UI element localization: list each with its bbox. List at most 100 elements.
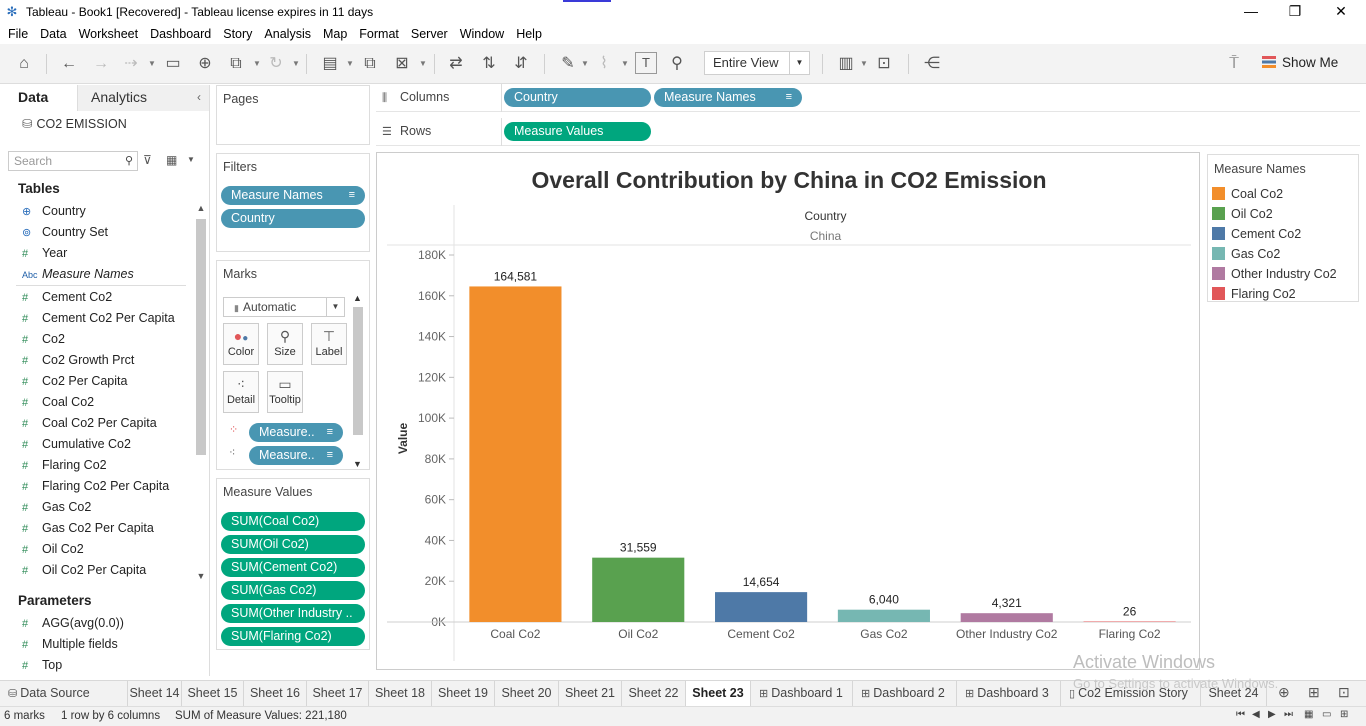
share-icon[interactable]: ⋲: [920, 52, 944, 76]
group-members-icon[interactable]: ⌇: [592, 52, 616, 76]
tab-sheet-16[interactable]: Sheet 16: [244, 681, 307, 706]
clear-dropdown-icon[interactable]: ▼: [419, 52, 427, 76]
restore-icon[interactable]: ❐: [1272, 0, 1318, 24]
menu-worksheet[interactable]: Worksheet: [73, 24, 145, 44]
new-worksheet-icon[interactable]: ⊕: [1278, 684, 1290, 701]
undo-icon[interactable]: ←: [57, 52, 81, 76]
size-button[interactable]: ⚲ Size: [267, 323, 303, 365]
fit-dropdown[interactable]: Entire View ▼: [704, 51, 810, 75]
scrollbar-thumb[interactable]: [196, 219, 206, 455]
field-coal-co2[interactable]: # Coal Co2: [16, 392, 94, 413]
sort-descending-icon[interactable]: ⇵: [509, 52, 533, 76]
field-cumulative-co2[interactable]: # Cumulative Co2: [16, 434, 131, 455]
tab-analytics[interactable]: Analytics ‹: [77, 85, 209, 111]
filters-card[interactable]: Filters Measure Names ≡ Country: [216, 153, 370, 252]
tab-data-source[interactable]: ⛁ Data Source: [0, 681, 128, 706]
swap-rows-columns-icon[interactable]: ⇄: [444, 52, 468, 76]
measure-pill-gas[interactable]: SUM(Gas Co2): [221, 581, 365, 600]
scroll-up-icon[interactable]: ▲: [194, 203, 208, 213]
tab-sheet-22[interactable]: Sheet 22: [622, 681, 686, 706]
home-icon[interactable]: ⌂: [12, 52, 36, 76]
presentation-mode-icon[interactable]: ⊡: [872, 52, 896, 76]
field-country[interactable]: ⊕ Country: [16, 201, 86, 222]
field-coal-co2-per-capita[interactable]: # Coal Co2 Per Capita: [16, 413, 157, 434]
legend-item-gas[interactable]: Gas Co2: [1212, 244, 1280, 264]
menu-analysis[interactable]: Analysis: [258, 24, 317, 44]
previous-sheet-icon[interactable]: ◀: [1252, 709, 1260, 720]
bar-chart[interactable]: CountryChina0K20K40K60K80K100K120K140K16…: [377, 153, 1200, 670]
legend-item-other-industry[interactable]: Other Industry Co2: [1212, 264, 1337, 284]
minimize-icon[interactable]: —: [1228, 0, 1274, 24]
menu-help[interactable]: Help: [510, 24, 548, 44]
viz-area[interactable]: Overall Contribution by China in CO2 Emi…: [376, 152, 1200, 670]
field-gas-co2-per-capita[interactable]: # Gas Co2 Per Capita: [16, 518, 154, 539]
mark-type-dropdown[interactable]: ▮ Automatic ▼: [223, 297, 345, 317]
param-agg-avg[interactable]: # AGG(avg(0.0)): [16, 613, 124, 634]
duplicate-sheet-icon[interactable]: ⧉: [358, 52, 382, 76]
next-sheet-icon[interactable]: ▶: [1268, 709, 1276, 720]
measure-pill-oil[interactable]: SUM(Oil Co2): [221, 535, 365, 554]
clear-sheet-icon[interactable]: ⊠: [390, 52, 414, 76]
color-legend[interactable]: Measure Names Coal Co2 Oil Co2 Cement Co…: [1207, 154, 1359, 302]
legend-item-cement[interactable]: Cement Co2: [1212, 224, 1301, 244]
measure-pill-other-industry[interactable]: SUM(Other Industry ..: [221, 604, 365, 623]
search-input[interactable]: Search ⚲: [8, 151, 138, 171]
new-worksheet-icon[interactable]: ▤: [318, 52, 342, 76]
tab-sheet-15[interactable]: Sheet 15: [182, 681, 244, 706]
collapse-pane-icon[interactable]: ‹: [197, 85, 201, 109]
measure-pill-coal[interactable]: SUM(Coal Co2): [221, 512, 365, 531]
show-tabs-icon[interactable]: ▭: [1322, 709, 1331, 720]
legend-item-coal[interactable]: Coal Co2: [1212, 184, 1283, 204]
marks-pill-detail-measure[interactable]: Measure.. ≡: [249, 446, 343, 465]
measure-pill-cement[interactable]: SUM(Cement Co2): [221, 558, 365, 577]
refresh-dropdown-icon[interactable]: ▼: [292, 52, 300, 76]
field-year[interactable]: # Year: [16, 243, 67, 264]
menu-format[interactable]: Format: [353, 24, 405, 44]
scroll-up-icon[interactable]: ▲: [353, 293, 362, 303]
menu-story[interactable]: Story: [217, 24, 258, 44]
field-co2[interactable]: # Co2: [16, 329, 65, 350]
replay-dropdown-icon[interactable]: ▼: [148, 52, 156, 76]
tab-data[interactable]: Data: [0, 85, 77, 111]
field-co2-growth-prct[interactable]: # Co2 Growth Prct: [16, 350, 134, 371]
menu-server[interactable]: Server: [405, 24, 454, 44]
tab-dashboard-2[interactable]: ⊞ Dashboard 2: [853, 681, 957, 706]
columns-pill-measure-names[interactable]: Measure Names ≡: [654, 88, 802, 107]
marks-scrollbar[interactable]: ▲ ▼: [351, 293, 365, 469]
menu-file[interactable]: File: [2, 24, 34, 44]
field-co2-per-capita[interactable]: # Co2 Per Capita: [16, 371, 127, 392]
last-sheet-icon[interactable]: ⏭: [1284, 709, 1293, 720]
field-gas-co2[interactable]: # Gas Co2: [16, 497, 91, 518]
show-me-button[interactable]: Show Me: [1262, 52, 1338, 74]
format-painter-icon[interactable]: ⍑: [1222, 52, 1246, 76]
sort-ascending-icon[interactable]: ⇅: [477, 52, 501, 76]
menu-dashboard[interactable]: Dashboard: [144, 24, 217, 44]
replay-icon[interactable]: ⇢: [119, 52, 143, 76]
scrollbar-thumb[interactable]: [353, 307, 363, 435]
marks-pill-color-measure[interactable]: Measure.. ≡: [249, 423, 343, 442]
new-story-icon[interactable]: ⊡: [1338, 684, 1350, 701]
filter-pill-country[interactable]: Country: [221, 209, 365, 228]
field-country-set[interactable]: ⊚ Country Set: [16, 222, 108, 243]
tab-sheet-23[interactable]: Sheet 23: [686, 681, 751, 706]
show-filmstrip-icon[interactable]: ▦: [1304, 709, 1313, 720]
field-flaring-co2[interactable]: # Flaring Co2: [16, 455, 107, 476]
legend-item-oil[interactable]: Oil Co2: [1212, 204, 1273, 224]
columns-shelf[interactable]: ⫼ Columns Country Measure Names ≡: [376, 84, 1360, 112]
tab-sheet-21[interactable]: Sheet 21: [559, 681, 622, 706]
tab-sheet-14[interactable]: Sheet 14: [128, 681, 182, 706]
pause-updates-icon[interactable]: ⧉: [224, 52, 248, 76]
field-measure-names[interactable]: Abc Measure Names: [16, 264, 134, 285]
field-cement-co2-per-capita[interactable]: # Cement Co2 Per Capita: [16, 308, 175, 329]
menu-data[interactable]: Data: [34, 24, 72, 44]
view-options-dropdown-icon[interactable]: ▼: [187, 155, 195, 164]
save-icon[interactable]: ▭: [161, 52, 185, 76]
fix-axes-icon[interactable]: ⚲: [665, 52, 689, 76]
field-oil-co2[interactable]: # Oil Co2: [16, 539, 84, 560]
group-dropdown-icon[interactable]: ▼: [621, 52, 629, 76]
rows-shelf[interactable]: ☰ Rows Measure Values: [376, 118, 1360, 146]
menu-window[interactable]: Window: [454, 24, 510, 44]
tooltip-button[interactable]: ▭ Tooltip: [267, 371, 303, 413]
rows-pill-measure-values[interactable]: Measure Values: [504, 122, 651, 141]
param-multiple-fields[interactable]: # Multiple fields: [16, 634, 118, 655]
